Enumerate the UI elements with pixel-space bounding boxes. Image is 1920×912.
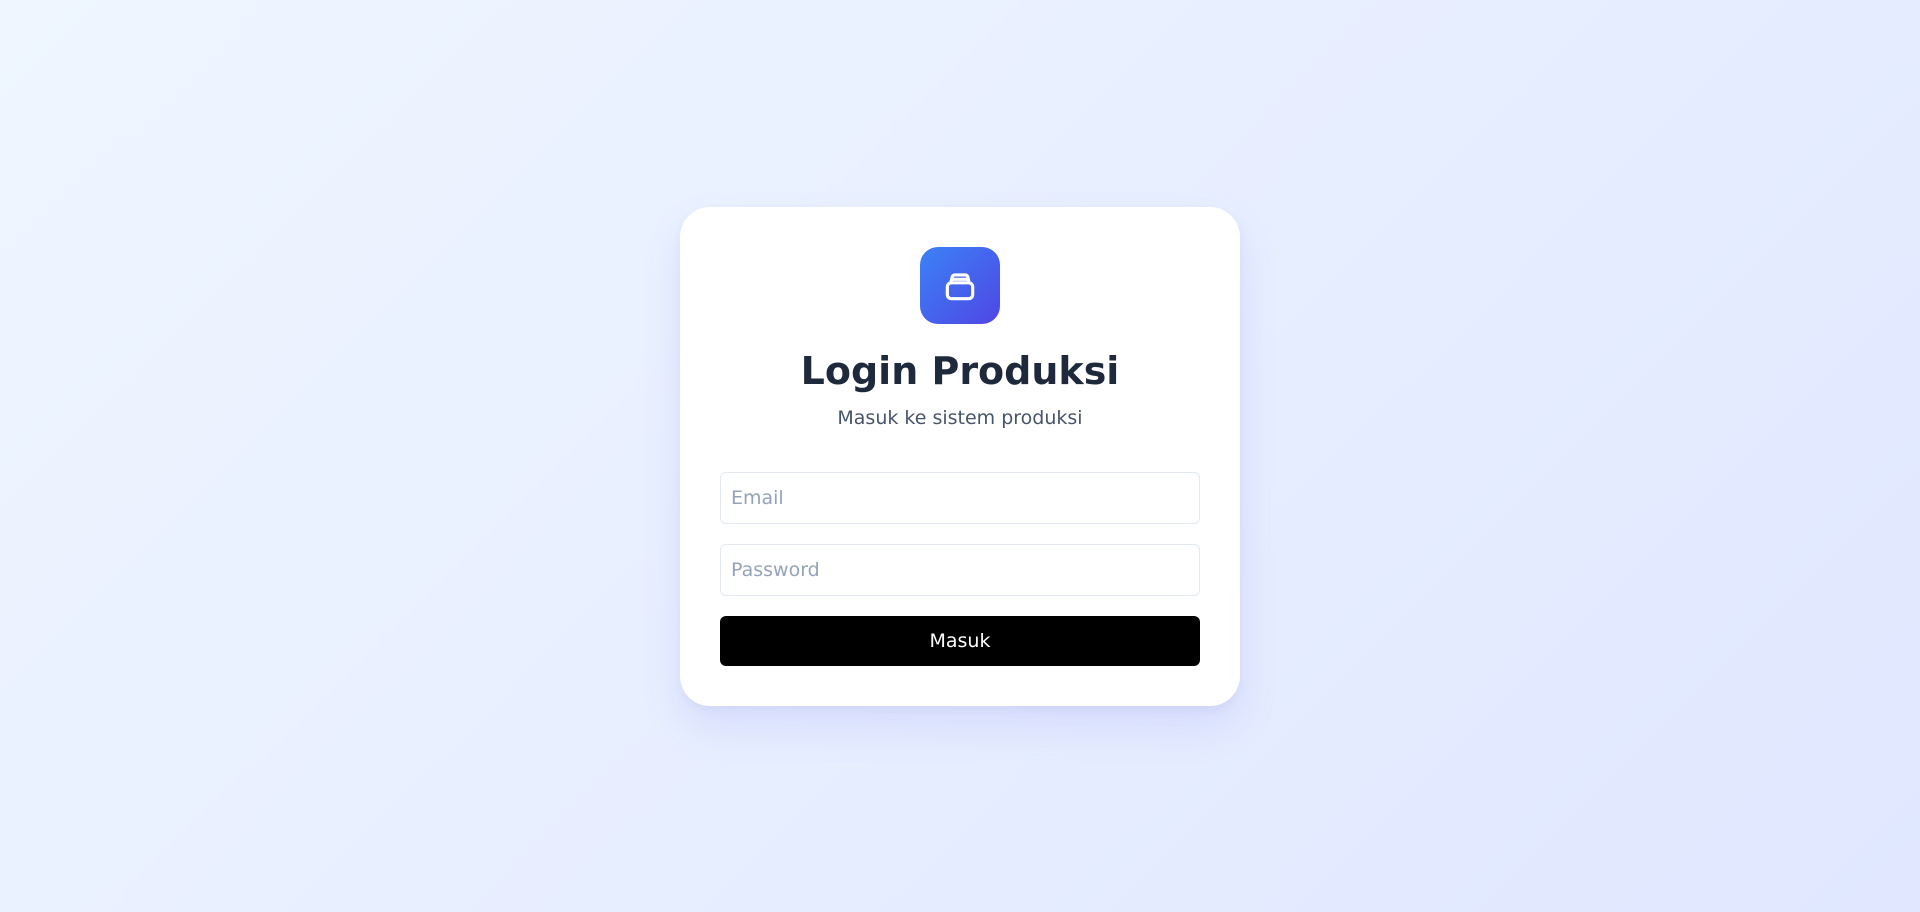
login-form: Masuk <box>720 472 1200 666</box>
password-field[interactable] <box>720 544 1200 596</box>
page-title: Login Produksi <box>800 349 1120 393</box>
login-card: Login Produksi Masuk ke sistem produksi … <box>680 207 1240 706</box>
logo-badge <box>920 247 1000 324</box>
page-subtitle: Masuk ke sistem produksi <box>837 407 1083 429</box>
login-button[interactable]: Masuk <box>720 616 1200 666</box>
email-field[interactable] <box>720 472 1200 524</box>
package-icon <box>945 272 975 300</box>
